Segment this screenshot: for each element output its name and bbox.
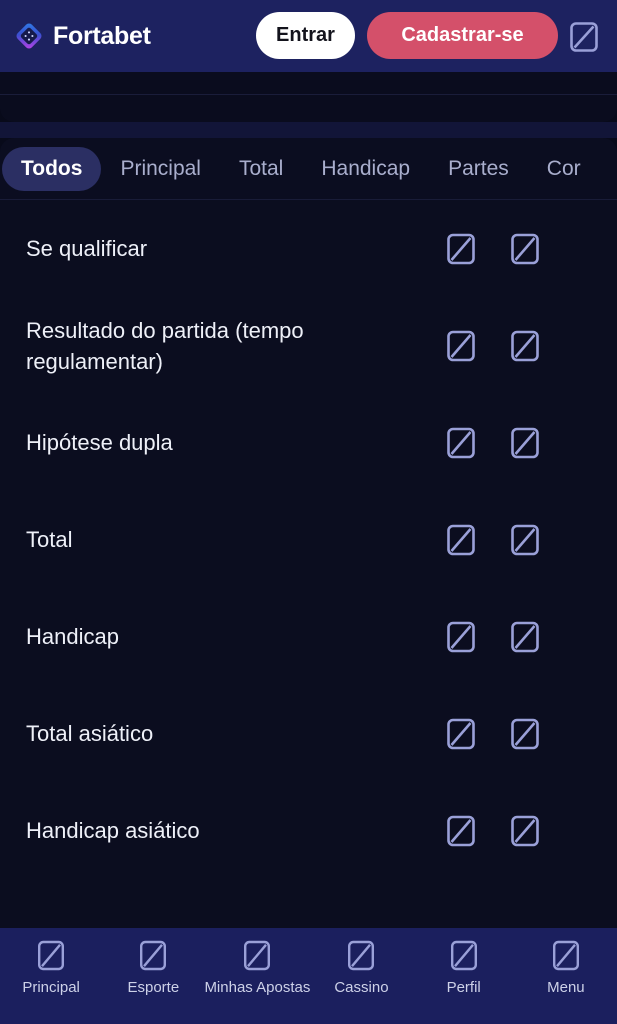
broken-image-icon [37,940,65,971]
market-row-icons [446,524,540,556]
fortabet-diamond-icon [14,21,44,51]
market-label: Se qualificar [26,236,148,261]
market-row[interactable]: Resultado do partida (tempo regulamentar… [0,297,617,394]
broken-image-icon [450,940,478,971]
content-panel-top [0,94,617,122]
tab-todos[interactable]: Todos [2,146,102,191]
market-label: Handicap asiático [26,818,200,843]
market-label: Handicap [26,624,119,649]
nav-label: Cassino [334,979,389,996]
market-row-icons [446,330,540,362]
broken-image-icon[interactable] [568,21,600,53]
nav-item-minhas-apostas[interactable]: Minhas Apostas [204,940,310,996]
brand-name: Fortabet [53,21,151,50]
broken-image-icon[interactable] [510,718,540,750]
market-row[interactable]: Handicap [0,588,617,685]
nav-label: Esporte [127,979,180,996]
broken-image-icon[interactable] [510,621,540,653]
market-tabs[interactable]: Todos Principal Total Handicap Partes Co… [0,138,617,200]
brand-logo[interactable]: Fortabet [14,21,151,51]
broken-image-icon[interactable] [510,815,540,847]
panel-separator-band [0,122,617,138]
nav-label: Menu [547,979,585,996]
market-label: Resultado do partida (tempo regulamentar… [26,317,304,374]
market-row[interactable]: Handicap asiático [0,782,617,879]
market-label: Total asiático [26,721,154,746]
broken-image-icon[interactable] [446,233,476,265]
tab-principal[interactable]: Principal [101,147,220,191]
broken-image-icon[interactable] [446,330,476,362]
market-row-icons [446,815,540,847]
broken-image-icon[interactable] [510,524,540,556]
nav-label: Perfil [446,979,481,996]
bottom-navigation: Principal Esporte Minhas Apostas Cassino [0,928,617,1024]
nav-item-esporte[interactable]: Esporte [102,940,204,996]
market-row[interactable]: Se qualificar [0,200,617,297]
nav-label: Principal [22,979,80,996]
broken-image-icon[interactable] [510,427,540,459]
broken-image-icon[interactable] [446,427,476,459]
broken-image-icon[interactable] [510,233,540,265]
broken-image-icon [552,940,580,971]
market-row-icons [446,427,540,459]
broken-image-icon [139,940,167,971]
nav-item-principal[interactable]: Principal [0,940,102,996]
market-row-icons [446,718,540,750]
market-row[interactable]: Total [0,491,617,588]
login-button[interactable]: Entrar [256,12,355,59]
market-row-icons [446,621,540,653]
broken-image-icon [347,940,375,971]
broken-image-icon[interactable] [510,330,540,362]
market-label: Total [26,527,73,552]
nav-item-cassino[interactable]: Cassino [310,940,412,996]
tab-total[interactable]: Total [220,147,302,191]
nav-label: Minhas Apostas [204,979,311,996]
broken-image-icon[interactable] [446,524,476,556]
market-label: Hipótese dupla [26,430,173,455]
tab-partes[interactable]: Partes [429,147,528,191]
register-button[interactable]: Cadastrar-se [367,12,558,59]
broken-image-icon[interactable] [446,621,476,653]
broken-image-icon [243,940,271,971]
app-screen: Primeira ao Gail Copa Libertadores [0,0,617,1024]
market-row[interactable]: Total asiático [0,685,617,782]
market-row-icons [446,233,540,265]
app-header: Fortabet Entrar Cadastrar-se [0,0,617,72]
nav-item-menu[interactable]: Menu [515,940,617,996]
broken-image-icon[interactable] [446,718,476,750]
tab-cor[interactable]: Cor [528,147,600,191]
broken-image-icon[interactable] [446,815,476,847]
market-list: Se qualificar Resultado do partida (temp… [0,200,617,928]
nav-item-perfil[interactable]: Perfil [413,940,515,996]
tab-handicap[interactable]: Handicap [302,147,429,191]
market-row[interactable]: Hipótese dupla [0,394,617,491]
